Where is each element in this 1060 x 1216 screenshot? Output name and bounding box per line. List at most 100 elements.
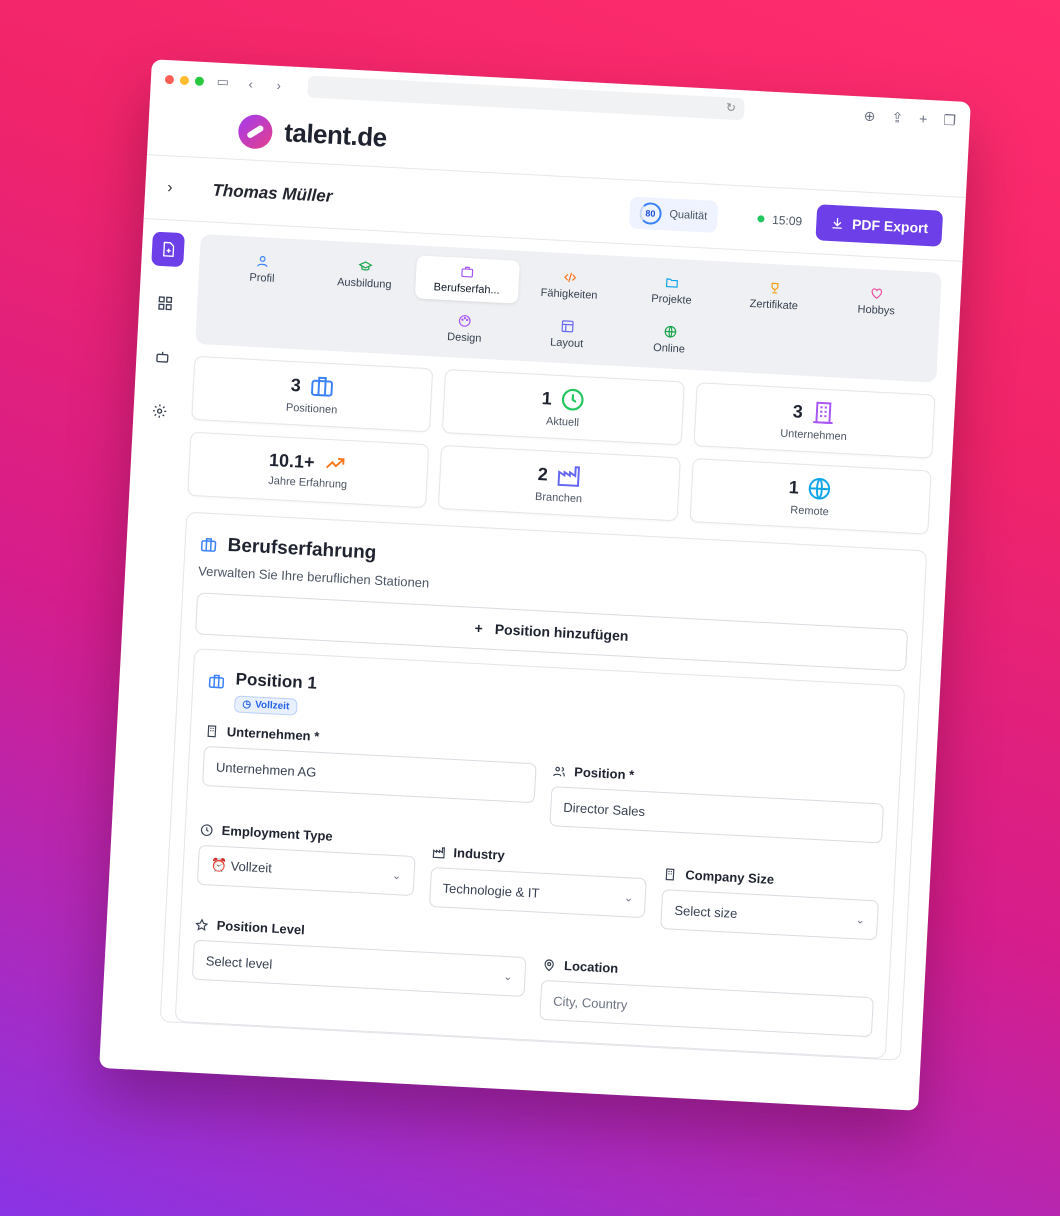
tab-label: Online (652, 341, 686, 356)
close-window-button[interactable] (164, 74, 175, 84)
factory-icon (432, 846, 445, 858)
experience-section: Berufserfahrung Verwalten Sie Ihre beruf… (159, 511, 928, 1061)
clock-icon (200, 823, 213, 836)
pdf-export-label: PDF Export (851, 215, 929, 236)
tab-online[interactable]: Online (617, 315, 722, 363)
rail-settings-button[interactable] (143, 393, 177, 429)
section-title: Berufserfahrung (227, 534, 377, 564)
chevron-down-icon: ⌄ (855, 913, 866, 927)
position-level-label: Position Level (216, 917, 306, 938)
stats-grid: 3 Positionen 1 Aktuell 3 Unternehmen 10.… (187, 355, 936, 535)
stat-label: Unternehmen (779, 427, 848, 444)
industry-label: Industry (453, 845, 506, 863)
new-tab-icon[interactable]: + (919, 110, 928, 127)
industry-select[interactable]: Technologie & IT ⌄ (428, 866, 648, 919)
browser-window: ▭ ‹ › ↻ ⊕ ⇪ + ❐ talent.de › Thomas Mülle… (99, 59, 971, 1111)
download-icon[interactable]: ⊕ (863, 107, 876, 125)
graduation-cap-icon (358, 261, 373, 271)
tab-hobbys[interactable]: Hobbys (824, 277, 929, 325)
stat-label: Jahre Erfahrung (267, 474, 348, 492)
position-input[interactable]: Director Sales (549, 786, 885, 844)
maximize-window-button[interactable] (194, 76, 205, 86)
stat-card-industries: 2 Branchen (438, 444, 681, 522)
trending-up-icon (326, 458, 345, 469)
location-label: Location (563, 958, 619, 976)
stat-value: 3 (792, 400, 804, 422)
rail-editor-button[interactable] (151, 231, 185, 268)
company-size-placeholder: Select size (674, 902, 738, 921)
tab-label: Profil (249, 271, 275, 285)
tab-label: Fähigkeiten (540, 286, 598, 302)
company-size-select[interactable]: Select size ⌄ (660, 889, 879, 941)
employment-type-select[interactable]: ⏰ Vollzeit ⌄ (196, 844, 416, 897)
position-level-placeholder: Select level (205, 952, 273, 972)
tab-label: Ausbildung (336, 276, 392, 292)
folder-icon (666, 278, 679, 288)
position-level-select[interactable]: Select level ⌄ (191, 939, 527, 998)
rail-dashboard-button[interactable] (148, 285, 182, 321)
briefcase-icon (200, 537, 217, 552)
tab-label: Hobbys (857, 303, 896, 318)
minimize-window-button[interactable] (179, 75, 190, 85)
stat-label: Positionen (285, 401, 338, 417)
brand-name: talent.de (283, 117, 388, 153)
layout-icon (561, 320, 574, 333)
employment-badge: ◷ Vollzeit (233, 695, 298, 716)
globe-icon (809, 478, 831, 500)
expand-sidebar-icon[interactable]: › (167, 179, 173, 197)
add-position-label: Position hinzufügen (494, 620, 629, 644)
tab-zertifikate[interactable]: Zertifikate (722, 271, 827, 319)
stat-label: Branchen (534, 490, 583, 506)
briefcase-icon (208, 674, 225, 689)
stat-value: 1 (788, 476, 800, 498)
map-pin-icon (544, 958, 554, 971)
user-name: Thomas Müller (212, 180, 333, 206)
pdf-export-button[interactable]: PDF Export (815, 203, 944, 247)
main-content: Profil Ausbildung Berufserfah... Fähigke… (154, 222, 963, 1062)
stat-card-companies: 3 Unternehmen (693, 382, 936, 459)
tab-profil[interactable]: Profil (210, 245, 315, 293)
palette-icon (459, 315, 472, 327)
stat-card-remote: 1 Remote (689, 458, 932, 535)
tab-overview-icon[interactable]: ❐ (943, 111, 956, 129)
tab-ausbildung[interactable]: Ausbildung (312, 250, 417, 298)
section-tabs: Profil Ausbildung Berufserfah... Fähigke… (195, 234, 942, 383)
code-icon (563, 272, 577, 283)
company-input[interactable]: Unternehmen AG (202, 745, 537, 804)
tab-layout[interactable]: Layout (515, 310, 620, 358)
alarm-clock-icon: ⏰ (210, 857, 228, 874)
chevron-down-icon: ⌄ (623, 891, 634, 905)
clock-icon: ◷ (242, 698, 252, 711)
position-label: Position * (573, 764, 635, 783)
stat-value: 2 (537, 463, 549, 485)
window-controls (164, 74, 205, 86)
reload-icon[interactable]: ↻ (726, 100, 737, 115)
tab-faehigkeiten[interactable]: Fähigkeiten (517, 261, 622, 309)
tab-label: Projekte (650, 292, 692, 307)
back-icon[interactable]: ‹ (241, 75, 260, 91)
factory-icon (557, 466, 580, 487)
tab-berufserfahrung[interactable]: Berufserfah... (414, 255, 520, 304)
position-title: Position 1 (235, 669, 318, 693)
plus-icon: + (474, 619, 484, 637)
stat-label: Aktuell (545, 415, 580, 430)
tab-label: Berufserfah... (433, 281, 500, 297)
heart-icon (871, 288, 883, 299)
tab-design[interactable]: Design (412, 304, 517, 352)
tab-projekte[interactable]: Projekte (620, 266, 725, 314)
online-status-icon (757, 215, 765, 223)
stat-value: 10.1+ (268, 449, 316, 472)
globe-icon (664, 325, 676, 338)
rail-ai-button[interactable] (146, 339, 180, 375)
stat-card-current: 1 Aktuell (442, 369, 685, 446)
clock-icon (561, 388, 584, 411)
sidebar-toggle-icon[interactable]: ▭ (213, 74, 232, 91)
grid-icon (158, 296, 173, 311)
chevron-down-icon: ⌄ (502, 970, 513, 983)
share-icon[interactable]: ⇪ (891, 109, 904, 127)
download-icon (832, 217, 842, 229)
quality-badge: 80 Qualität (628, 195, 719, 233)
forward-icon[interactable]: › (269, 77, 288, 93)
stat-label: Remote (789, 504, 830, 519)
location-input[interactable]: City, Country (539, 979, 874, 1038)
